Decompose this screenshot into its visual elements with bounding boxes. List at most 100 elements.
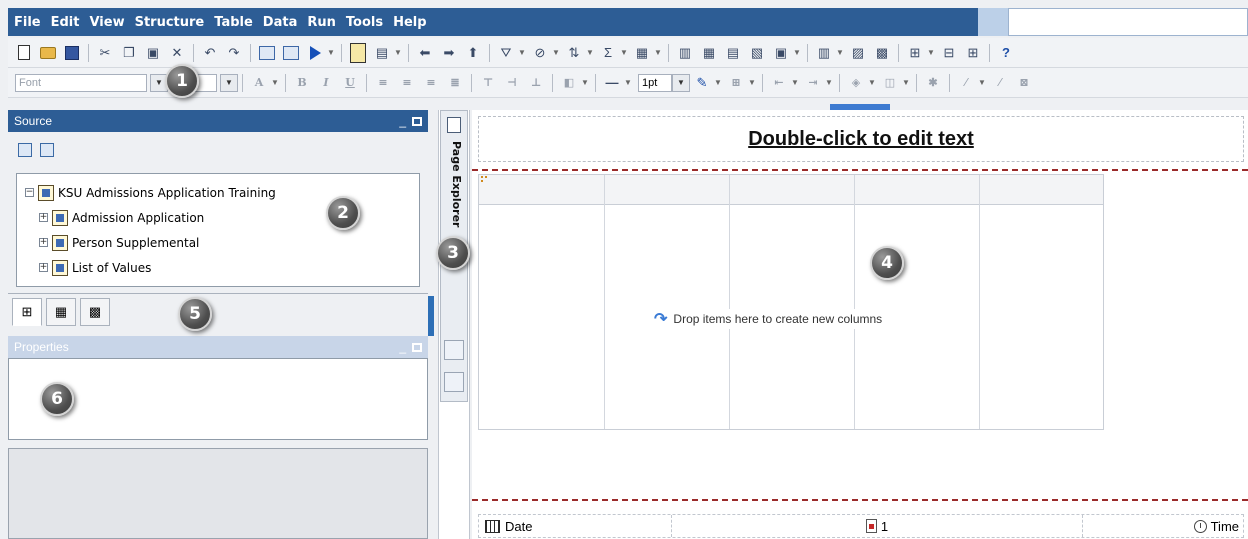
background-color-dropdown-icon[interactable]: ▼ [581, 78, 589, 87]
tree-item-list-of-values[interactable]: + List of Values [25, 255, 419, 280]
collapse-icon[interactable]: − [25, 188, 34, 197]
build-prompt-icon[interactable]: ▣ [771, 43, 791, 63]
menu-view[interactable]: View [84, 15, 129, 30]
data-format-dropdown-icon[interactable]: ▼ [868, 78, 876, 87]
back-arrow-icon[interactable]: ⬅ [415, 43, 435, 63]
open-folder-icon[interactable] [38, 43, 58, 63]
italic-icon[interactable]: I [316, 73, 336, 93]
up-arrow-icon[interactable]: ⬆ [463, 43, 483, 63]
pick-up-style-icon[interactable]: ⁄ [956, 73, 976, 93]
summarize-dropdown-icon[interactable]: ▼ [620, 48, 628, 57]
delete-icon[interactable]: ✕ [167, 43, 187, 63]
valign-top-icon[interactable]: ⊤ [478, 73, 498, 93]
table-dropdown-icon[interactable]: ▼ [927, 48, 935, 57]
expand-icon[interactable]: + [39, 213, 48, 222]
style-variable-icon[interactable]: ✱ [923, 73, 943, 93]
line-style-icon[interactable]: — [602, 73, 622, 93]
view-pages-icon[interactable]: ▤ [372, 43, 392, 63]
borders-icon[interactable]: ⊞ [726, 73, 746, 93]
paste-icon[interactable]: ▣ [143, 43, 163, 63]
box-type-icon[interactable]: ◫ [880, 73, 900, 93]
canvas-top-handle[interactable] [830, 104, 890, 110]
background-color-icon[interactable]: ◧ [559, 73, 579, 93]
tree-item-person-supplemental[interactable]: + Person Supplemental [25, 230, 419, 255]
footer-page-cell[interactable]: 1 [671, 515, 1083, 537]
panel-splitter-handle[interactable] [428, 296, 434, 336]
filter-dropdown-icon[interactable]: ▼ [518, 48, 526, 57]
menu-structure[interactable]: Structure [130, 15, 210, 30]
menu-help[interactable]: Help [388, 15, 431, 30]
align-right-icon[interactable]: ≡ [421, 73, 441, 93]
merge-cells-icon[interactable]: ⊟ [939, 43, 959, 63]
drill-icon[interactable]: ▨ [848, 43, 868, 63]
padding-icon[interactable]: ⇤ [769, 73, 789, 93]
tree-item-admission-application[interactable]: + Admission Application [25, 205, 419, 230]
line-width-input[interactable]: 1pt [638, 73, 672, 92]
line-color-icon[interactable]: ✎ [692, 73, 712, 93]
source-tab-icon[interactable]: ⊞ [12, 297, 42, 326]
align-left-icon[interactable]: ≡ [373, 73, 393, 93]
report-properties-icon[interactable] [257, 43, 277, 63]
copy-icon[interactable]: ❐ [119, 43, 139, 63]
footer-time-cell[interactable]: Time [1083, 515, 1243, 537]
calculation-icon[interactable]: ▦ [632, 43, 652, 63]
line-style-dropdown-icon[interactable]: ▼ [624, 78, 632, 87]
new-document-icon[interactable] [14, 43, 34, 63]
drop-zone[interactable]: ↷ Drop items here to create new columns [648, 309, 889, 329]
data-items-tab-icon[interactable]: ▦ [46, 297, 76, 326]
save-icon[interactable] [62, 43, 82, 63]
valign-bottom-icon[interactable]: ⊥ [526, 73, 546, 93]
cut-icon[interactable]: ✂ [95, 43, 115, 63]
undo-icon[interactable]: ↶ [200, 43, 220, 63]
table-icon[interactable]: ⊞ [905, 43, 925, 63]
toolbox-tab-icon[interactable]: ▩ [80, 297, 110, 326]
list-table[interactable] [478, 174, 1104, 430]
view-dropdown-icon[interactable]: ▼ [394, 48, 402, 57]
margin-dropdown-icon[interactable]: ▼ [825, 78, 833, 87]
justify-icon[interactable]: ≣ [445, 73, 465, 93]
maximize-icon[interactable] [412, 116, 422, 126]
tree-root[interactable]: − KSU Admissions Application Training [25, 180, 419, 205]
minimize-icon[interactable]: _ [399, 114, 406, 128]
maximize-icon[interactable] [412, 342, 422, 352]
group-icon[interactable]: ▥ [675, 43, 695, 63]
underline-icon[interactable]: U [340, 73, 360, 93]
line-width-dropdown[interactable]: ▼ [672, 73, 690, 92]
borders-dropdown-icon[interactable]: ▼ [748, 78, 756, 87]
pick-up-style-dropdown-icon[interactable]: ▼ [978, 78, 986, 87]
margin-icon[interactable]: ⇥ [803, 73, 823, 93]
suppress-icon[interactable]: ⊘ [530, 43, 550, 63]
menu-table[interactable]: Table [209, 15, 258, 30]
bold-icon[interactable]: B [292, 73, 312, 93]
forward-arrow-icon[interactable]: ➡ [439, 43, 459, 63]
lineage-icon[interactable]: ▩ [872, 43, 892, 63]
split-cells-icon[interactable]: ⊞ [963, 43, 983, 63]
menu-file[interactable]: File [8, 15, 46, 30]
summarize-icon[interactable]: Σ [598, 43, 618, 63]
apply-style-icon[interactable]: ⁄ [990, 73, 1010, 93]
font-name-input[interactable]: Font [15, 73, 147, 92]
expand-icon[interactable]: + [39, 238, 48, 247]
help-icon[interactable]: ? [996, 43, 1016, 63]
calculation-dropdown-icon[interactable]: ▼ [654, 48, 662, 57]
font-color-icon[interactable]: A [249, 73, 269, 93]
run-dropdown-icon[interactable]: ▼ [327, 48, 335, 57]
menu-tools[interactable]: Tools [341, 15, 388, 30]
suppress-dropdown-icon[interactable]: ▼ [552, 48, 560, 57]
report-title-block[interactable]: Double-click to edit text [478, 116, 1244, 162]
reset-style-icon[interactable]: ⊠ [1014, 73, 1034, 93]
query-explorer-icon[interactable] [444, 340, 464, 360]
sort-icon[interactable]: ⇅ [564, 43, 584, 63]
build-dropdown-icon[interactable]: ▼ [793, 48, 801, 57]
pivot-icon[interactable]: ▦ [699, 43, 719, 63]
sort-dropdown-icon[interactable]: ▼ [586, 48, 594, 57]
run-report-icon[interactable] [305, 43, 325, 63]
font-color-dropdown-icon[interactable]: ▼ [271, 78, 279, 87]
chart-dropdown-icon[interactable]: ▼ [836, 48, 844, 57]
minimize-icon[interactable]: _ [399, 340, 406, 354]
package-view-icon[interactable] [18, 143, 32, 157]
menu-edit[interactable]: Edit [46, 15, 85, 30]
box-type-dropdown-icon[interactable]: ▼ [902, 78, 910, 87]
line-color-dropdown-icon[interactable]: ▼ [714, 78, 722, 87]
refresh-icon[interactable] [40, 143, 54, 157]
